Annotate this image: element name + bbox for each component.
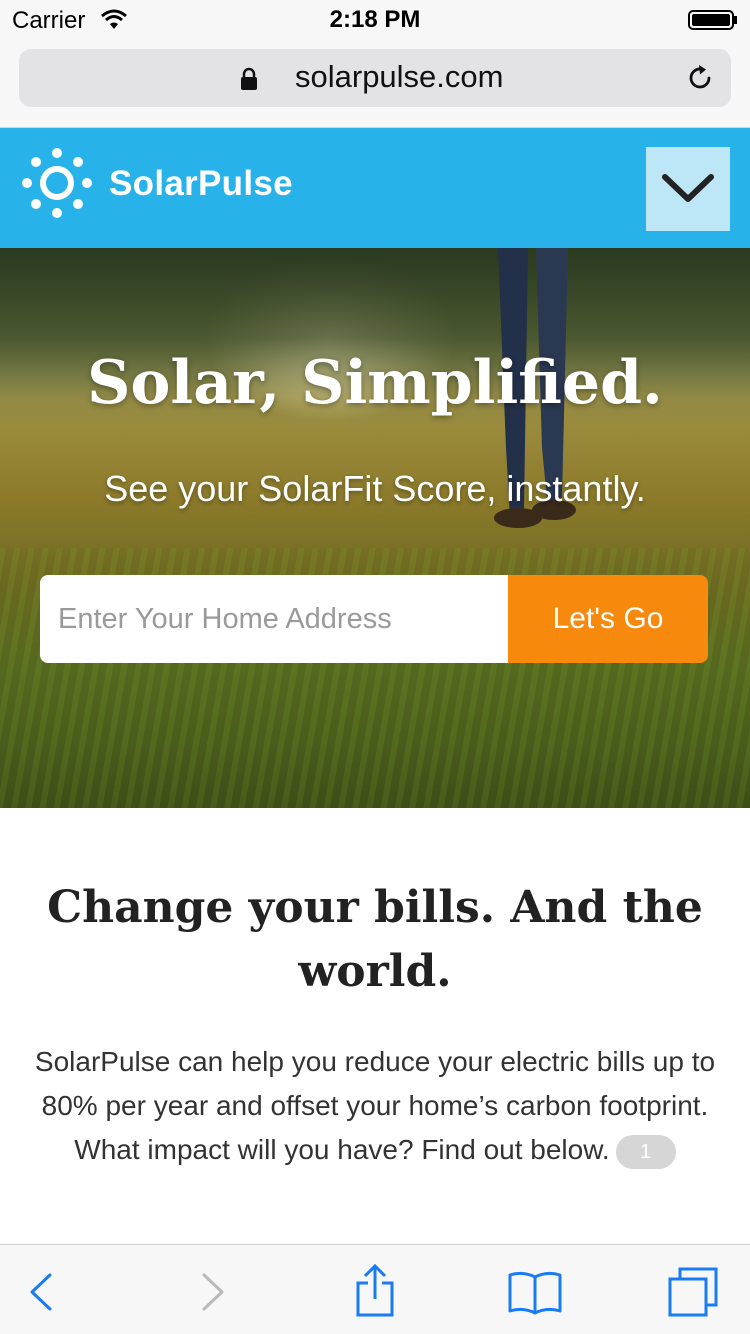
forward-icon[interactable]	[186, 1267, 236, 1317]
footnote-badge[interactable]: 1	[615, 1134, 676, 1169]
hero-title: Solar, Simplified.	[87, 348, 663, 418]
bookmarks-icon[interactable]	[506, 1267, 564, 1317]
section-body: SolarPulse can help you reduce your elec…	[16, 1040, 734, 1172]
address-bar[interactable]: solarpulse.com	[19, 49, 731, 107]
reload-icon[interactable]	[685, 63, 715, 93]
brand-name[interactable]: SolarPulse	[109, 164, 293, 204]
lets-go-button[interactable]: Let's Go	[508, 575, 708, 663]
battery-icon	[688, 10, 737, 30]
menu-toggle-button[interactable]	[646, 147, 730, 231]
back-icon[interactable]	[18, 1267, 68, 1317]
browser-toolbar	[0, 1244, 750, 1334]
chevron-down-icon	[662, 174, 714, 202]
tabs-icon[interactable]	[666, 1265, 720, 1319]
address-input[interactable]	[40, 575, 508, 663]
hero-section: Solar, Simplified. See your SolarFit Sco…	[0, 248, 750, 808]
sun-icon	[22, 148, 92, 218]
url-text: solarpulse.com	[295, 59, 504, 94]
status-bar: Carrier 2:18 PM	[0, 0, 750, 40]
lock-icon	[241, 67, 257, 90]
section-body-text: SolarPulse can help you reduce your elec…	[34, 1046, 716, 1165]
status-time: 2:18 PM	[329, 6, 421, 33]
site-header: SolarPulse	[0, 128, 750, 248]
section-heading: Change your bills. And the world.	[47, 882, 703, 997]
hero-subtitle: See your SolarFit Score, instantly.	[104, 468, 646, 509]
content-section: Change your bills. And the world. SolarP…	[0, 808, 750, 1244]
share-icon[interactable]	[350, 1263, 400, 1319]
browser-url-bar: solarpulse.com	[0, 40, 750, 128]
